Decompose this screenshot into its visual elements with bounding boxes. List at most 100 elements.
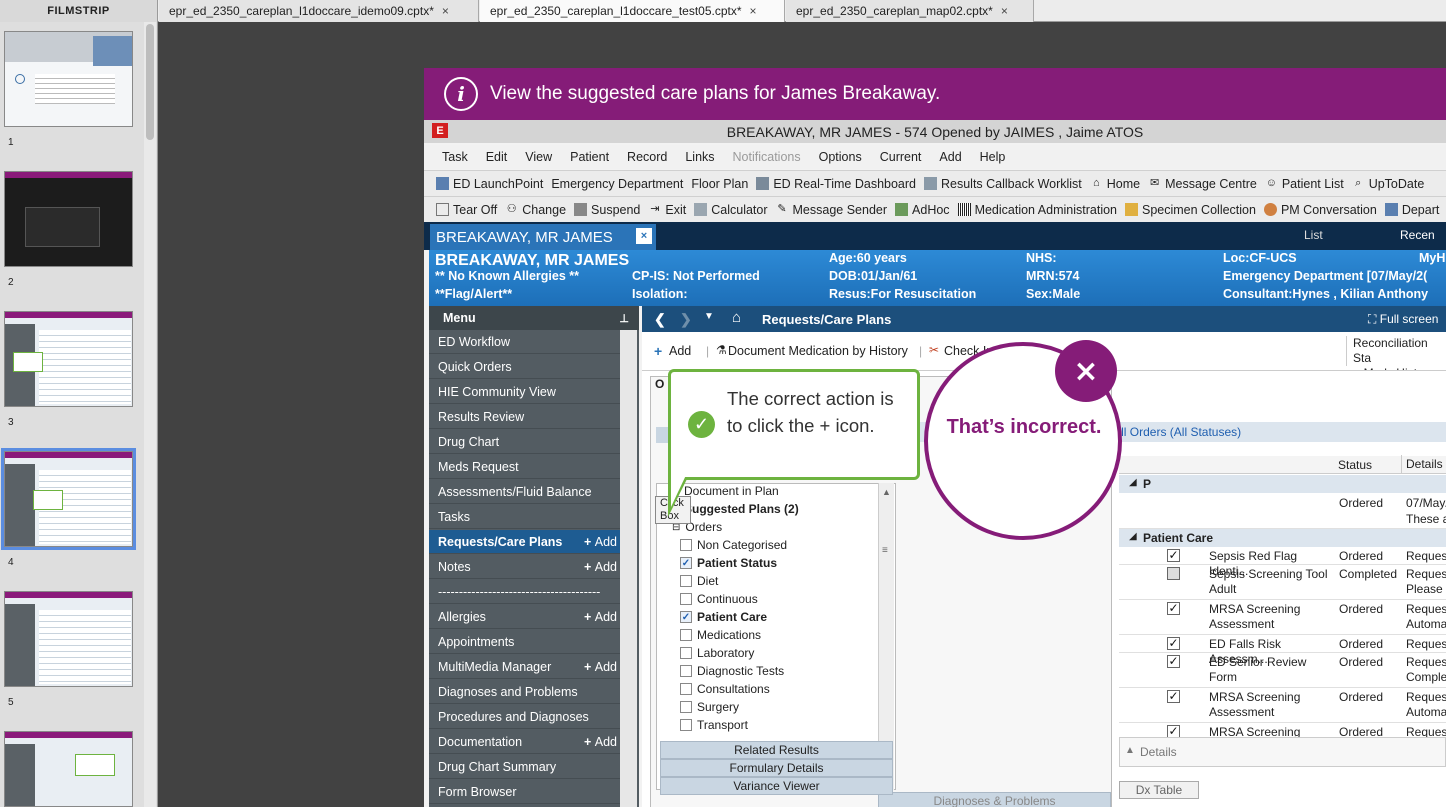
toolbar-message-centre[interactable]: ✉ Message Centre bbox=[1148, 177, 1257, 191]
order-checkbox[interactable]: ✓ bbox=[1167, 549, 1180, 562]
expand-icon[interactable]: ▲ bbox=[1125, 745, 1135, 756]
menu-item-add-button[interactable]: + Add bbox=[584, 660, 617, 674]
menu-item[interactable]: Form Browser bbox=[429, 780, 620, 804]
tree-category[interactable]: Medications bbox=[680, 628, 761, 642]
tree-document-in-plan[interactable]: Document in Plan bbox=[684, 484, 779, 498]
close-tab-icon[interactable]: × bbox=[1001, 4, 1008, 18]
menu-item[interactable]: Notes + Add bbox=[429, 555, 620, 579]
menu-item[interactable]: Results Review bbox=[429, 405, 620, 429]
menu-item[interactable]: Appointments bbox=[429, 630, 620, 654]
tree-category[interactable]: Non Categorised bbox=[680, 538, 787, 552]
menu-item-add-button[interactable]: + Add bbox=[584, 560, 617, 574]
tree-suggested-plans[interactable]: Suggested Plans (2) bbox=[684, 502, 799, 516]
menu-record[interactable]: Record bbox=[627, 150, 667, 164]
allergy-status[interactable]: ** No Known Allergies ** bbox=[435, 269, 579, 283]
category-checkbox[interactable] bbox=[680, 701, 692, 713]
patient-list-button[interactable]: List bbox=[1304, 228, 1323, 242]
tree-category[interactable]: Consultations bbox=[680, 682, 770, 696]
toolbar-medication-administration[interactable]: Medication Administration bbox=[957, 203, 1117, 217]
collapse-icon[interactable]: ◢ bbox=[1129, 477, 1137, 488]
toolbar-adhoc[interactable]: AdHoc bbox=[895, 203, 950, 217]
menu-edit[interactable]: Edit bbox=[486, 150, 508, 164]
menu-item[interactable]: Drug Chart Summary bbox=[429, 755, 620, 779]
related-results-panel[interactable]: Related Results bbox=[660, 741, 893, 759]
menu-item[interactable]: ED Workflow bbox=[429, 330, 620, 354]
tree-category[interactable]: Continuous bbox=[680, 592, 758, 606]
column-details[interactable]: Details bbox=[1401, 455, 1443, 473]
slide-thumbnail[interactable] bbox=[4, 31, 133, 127]
slide-thumbnail[interactable] bbox=[4, 311, 133, 407]
category-checkbox[interactable] bbox=[680, 647, 692, 659]
tree-category[interactable]: ✓ Patient Status bbox=[680, 556, 777, 570]
tree-category[interactable]: Diagnostic Tests bbox=[680, 664, 784, 678]
close-patient-tab-icon[interactable]: × bbox=[636, 228, 652, 244]
grid-row-status[interactable]: Ordered 07/May/21 12:54:29 , For Resusci… bbox=[1119, 493, 1446, 529]
slide-thumbnail[interactable] bbox=[4, 731, 133, 807]
toolbar-exit[interactable]: ⇥ Exit bbox=[648, 203, 686, 217]
tree-category[interactable]: Surgery bbox=[680, 700, 739, 714]
slide-thumbnail-selected[interactable] bbox=[1, 448, 136, 550]
full-screen-button[interactable]: ⛶ Full screen bbox=[1368, 312, 1438, 327]
order-checkbox[interactable]: ✓ bbox=[1167, 602, 1180, 615]
column-status[interactable]: Status bbox=[1338, 458, 1372, 472]
toolbar-ed-launchpoint[interactable]: ED LaunchPoint bbox=[436, 177, 543, 191]
menu-item[interactable]: Documentation + Add bbox=[429, 730, 620, 754]
order-checkbox[interactable]: ✓ bbox=[1167, 655, 1180, 668]
order-checkbox[interactable]: ✓ bbox=[1167, 690, 1180, 703]
toolbar-patient-list[interactable]: ☺ Patient List bbox=[1265, 177, 1344, 191]
category-checkbox[interactable] bbox=[680, 719, 692, 731]
category-checkbox[interactable]: ✓ bbox=[680, 557, 692, 569]
category-checkbox[interactable] bbox=[680, 683, 692, 695]
tree-category[interactable]: Laboratory bbox=[680, 646, 754, 660]
category-checkbox[interactable]: ✓ bbox=[680, 611, 692, 623]
scroll-up-icon[interactable]: ▲ bbox=[882, 487, 891, 497]
menu-item[interactable]: Diagnoses and Problems bbox=[429, 680, 620, 704]
toolbar-uptodate[interactable]: ⌕ UpToDate bbox=[1352, 177, 1424, 191]
menu-item-add-button[interactable]: + Add bbox=[584, 735, 617, 749]
home-icon[interactable]: ⌂ bbox=[732, 309, 741, 326]
menu-item[interactable]: Procedures and Diagnoses bbox=[429, 705, 620, 729]
document-tab[interactable]: epr_ed_2350_careplan_l1doccare_idemo09.c… bbox=[159, 0, 479, 22]
history-dropdown-icon[interactable]: ▼ bbox=[704, 311, 714, 322]
close-feedback-icon[interactable]: × bbox=[1055, 340, 1117, 402]
menu-task[interactable]: Task bbox=[442, 150, 468, 164]
formulary-details-panel[interactable]: Formulary Details bbox=[660, 759, 893, 777]
menu-item-add-button[interactable]: + Add bbox=[584, 535, 617, 549]
toolbar-tear-off[interactable]: Tear Off bbox=[436, 203, 497, 217]
close-tab-icon[interactable]: × bbox=[442, 4, 449, 18]
add-order-label[interactable]: Add bbox=[669, 344, 691, 358]
menu-help[interactable]: Help bbox=[980, 150, 1006, 164]
menu-item[interactable]: MultiMedia Manager + Add bbox=[429, 655, 620, 679]
order-row[interactable]: ✓ MRSA Screening Assessment Ordered Request… bbox=[1119, 688, 1446, 723]
diagnoses-problems-panel[interactable]: Diagnoses & Problems bbox=[878, 792, 1111, 807]
recent-button[interactable]: Recen bbox=[1400, 228, 1435, 242]
toolbar-suspend[interactable]: Suspend bbox=[574, 203, 640, 217]
scroll-grip-icon[interactable]: ≡ bbox=[882, 545, 888, 556]
order-row[interactable]: ✓ ED Senior Review Form Ordered Requested S… bbox=[1119, 653, 1446, 688]
menu-item[interactable]: Meds Request bbox=[429, 455, 620, 479]
toolbar-change[interactable]: ⚇ Change bbox=[505, 203, 566, 217]
category-checkbox[interactable] bbox=[680, 575, 692, 587]
category-checkbox[interactable] bbox=[680, 665, 692, 677]
toolbar-home[interactable]: ⌂ Home bbox=[1090, 177, 1140, 191]
toolbar-floor-plan[interactable]: Floor Plan bbox=[691, 177, 748, 191]
toolbar-results-callback[interactable]: Results Callback Worklist bbox=[924, 177, 1082, 191]
toolbar-emergency-department[interactable]: Emergency Department bbox=[551, 177, 683, 191]
tree-category[interactable]: Transport bbox=[680, 718, 748, 732]
category-checkbox[interactable] bbox=[680, 539, 692, 551]
filmstrip-scroll-thumb[interactable] bbox=[146, 24, 154, 140]
document-tab-active[interactable]: epr_ed_2350_careplan_l1doccare_test05.cp… bbox=[480, 0, 785, 22]
category-checkbox[interactable] bbox=[680, 629, 692, 641]
menu-patient[interactable]: Patient bbox=[570, 150, 609, 164]
order-row[interactable]: Sepsis Screening Tool Adult Completed Requ… bbox=[1119, 565, 1446, 600]
document-tab[interactable]: epr_ed_2350_careplan_map02.cptx* × bbox=[786, 0, 1034, 22]
menu-options[interactable]: Options bbox=[819, 150, 862, 164]
document-medication-history-button[interactable]: Document Medication by History bbox=[728, 344, 908, 358]
menu-item[interactable]: Tasks bbox=[429, 505, 620, 529]
menu-scrollbar[interactable] bbox=[620, 330, 637, 807]
variance-viewer-panel[interactable]: Variance Viewer bbox=[660, 777, 893, 795]
menu-item[interactable]: HIE Community View bbox=[429, 380, 620, 404]
reconciliation-status[interactable]: Reconciliation Sta bbox=[1353, 336, 1446, 366]
toolbar-pm-conversation[interactable]: PM Conversation bbox=[1263, 203, 1377, 217]
forward-arrow-icon[interactable]: ❯ bbox=[680, 311, 692, 328]
